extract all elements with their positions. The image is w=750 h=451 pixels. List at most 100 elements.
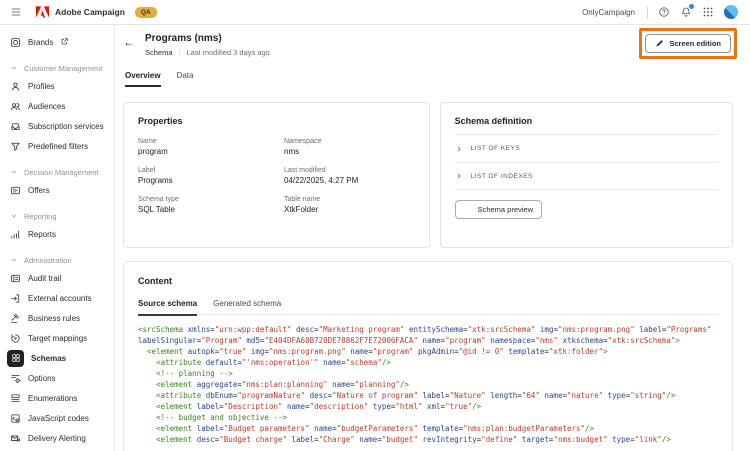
audit-card-icon bbox=[10, 273, 21, 284]
chevron-down-icon bbox=[10, 256, 18, 264]
screen-edition-button[interactable]: Screen edition bbox=[645, 34, 731, 53]
user-avatar[interactable] bbox=[724, 5, 738, 19]
accordion-list-of-keys[interactable]: LIST OF KEYS bbox=[454, 134, 718, 162]
property-value: Programs bbox=[138, 176, 173, 185]
property-value: XtkFolder bbox=[284, 205, 319, 214]
property-namespace: Namespace nms bbox=[284, 138, 415, 156]
environment-badge: QA bbox=[134, 6, 157, 18]
divider bbox=[647, 5, 648, 19]
sidebar-item-reports[interactable]: Reports bbox=[0, 224, 114, 244]
sidebar-item-label: External accounts bbox=[28, 293, 92, 303]
sidebar-section-customer-management[interactable]: Customer Management bbox=[0, 60, 114, 76]
chevron-down-icon bbox=[10, 212, 18, 220]
last-modified-text: Last modified 3 days ago bbox=[186, 48, 270, 57]
schema-preview-button[interactable]: Schema preview bbox=[454, 200, 543, 219]
property-label: Label Programs bbox=[138, 167, 284, 185]
app-switcher-grid-icon[interactable] bbox=[702, 6, 714, 18]
entity-type-label: Schema bbox=[145, 48, 173, 57]
hamburger-menu-icon[interactable] bbox=[10, 6, 22, 18]
sidebar-item-label: Predefined filters bbox=[28, 141, 89, 151]
property-label: Name bbox=[138, 138, 157, 145]
sidebar-item-label: Audiences bbox=[28, 101, 66, 111]
sidebar-section-administration[interactable]: Administration bbox=[0, 252, 114, 268]
sidebar-item-label: Brands bbox=[28, 37, 54, 47]
bar-chart-icon bbox=[10, 229, 21, 240]
source-code[interactable]: <srcSchema xmlns="urn:wpp:default" desc=… bbox=[138, 324, 718, 445]
sidebar-item-schemas[interactable]: Schemas bbox=[0, 348, 114, 368]
property-label: Label bbox=[138, 167, 156, 174]
sidebar-item-subscription-services[interactable]: Subscription services bbox=[0, 116, 114, 136]
help-icon[interactable] bbox=[658, 6, 670, 18]
property-label: Namespace bbox=[284, 138, 322, 145]
property-value: SQL Table bbox=[138, 205, 175, 214]
property-name: Name program bbox=[138, 138, 284, 156]
property-label: Last modified bbox=[284, 167, 326, 174]
main-content: ← Programs (nms) Schema | Last modified … bbox=[115, 25, 750, 451]
screen-edition-label: Screen edition bbox=[669, 39, 721, 48]
sidebar-item-label: Offers bbox=[28, 185, 50, 195]
property-value: nms bbox=[284, 147, 300, 156]
sidebar-item-label: Delivery Alerting bbox=[28, 433, 86, 443]
options-gear-icon bbox=[10, 373, 21, 384]
sidebar-item-delivery-alerting[interactable]: Delivery Alerting bbox=[0, 428, 114, 448]
property-table-name: Table name XtkFolder bbox=[284, 196, 415, 214]
brands-icon bbox=[10, 37, 21, 48]
accordion-list-of-indexes[interactable]: LIST OF INDEXES bbox=[454, 162, 718, 190]
sidebar-item-enumerations[interactable]: Enumerations bbox=[0, 388, 114, 408]
tab-overview[interactable]: Overview bbox=[125, 71, 161, 87]
open-in-new-icon[interactable] bbox=[60, 37, 69, 48]
tab-data[interactable]: Data bbox=[177, 71, 194, 87]
page-tab-bar: Overview Data bbox=[125, 71, 733, 87]
sidebar-item-external-accounts[interactable]: External accounts bbox=[0, 288, 114, 308]
tab-generated-schema[interactable]: Generated schema bbox=[213, 299, 281, 314]
section-label: Decision Management bbox=[24, 167, 99, 177]
chevron-down-icon bbox=[10, 64, 18, 72]
accordion-label: LIST OF KEYS bbox=[470, 145, 521, 152]
sidebar-item-label: Audit trail bbox=[28, 273, 62, 283]
content-tab-bar: Source schema Generated schema bbox=[138, 299, 718, 315]
sidebar-section-reporting[interactable]: Reporting bbox=[0, 208, 114, 224]
notification-dot bbox=[689, 4, 694, 9]
chevron-right-icon bbox=[455, 172, 463, 180]
sidebar-item-profiles[interactable]: Profiles bbox=[0, 76, 114, 96]
page-subtitle: Schema | Last modified 3 days ago bbox=[145, 48, 270, 57]
top-bar: Adobe Campaign QA OnlyCampaign bbox=[0, 0, 750, 25]
sidebar-item-target-mappings[interactable]: Target mappings bbox=[0, 328, 114, 348]
property-value: program bbox=[138, 147, 168, 156]
sidebar-item-javascript-codes[interactable]: JavaScript codes bbox=[0, 408, 114, 428]
code-gear-icon bbox=[10, 413, 21, 424]
sidebar-item-label: Reports bbox=[28, 229, 57, 239]
divider: | bbox=[178, 48, 181, 57]
sidebar-item-label: Business rules bbox=[28, 313, 81, 323]
sidebar-item-label: Profiles bbox=[28, 81, 55, 91]
app-title: Adobe Campaign bbox=[55, 7, 125, 17]
sidebar-item-offers[interactable]: Offers bbox=[0, 180, 114, 200]
back-arrow-icon[interactable]: ← bbox=[123, 36, 135, 57]
accordion-label: LIST OF INDEXES bbox=[470, 172, 533, 180]
section-label: Reporting bbox=[24, 211, 57, 221]
sidebar-section-decision-management[interactable]: Decision Management bbox=[0, 164, 114, 180]
pencil-icon bbox=[655, 39, 664, 48]
org-name[interactable]: OnlyCampaign bbox=[582, 8, 635, 17]
mail-alert-icon bbox=[10, 433, 21, 444]
person-icon bbox=[10, 81, 21, 92]
inbox-icon bbox=[10, 121, 21, 132]
page-title: Programs (nms) bbox=[145, 33, 222, 44]
sidebar-item-options[interactable]: Options bbox=[0, 368, 114, 388]
notifications-bell-icon[interactable] bbox=[680, 4, 694, 18]
adobe-logo-icon bbox=[36, 6, 49, 18]
sidebar-item-predefined-filters[interactable]: Predefined filters bbox=[0, 136, 114, 156]
sidebar-item-brands[interactable]: Brands bbox=[0, 32, 114, 52]
content-title: Content bbox=[138, 276, 172, 286]
offer-card-icon bbox=[10, 185, 21, 196]
schema-grid-icon bbox=[7, 349, 24, 367]
sidebar-item-audit-trail[interactable]: Audit trail bbox=[0, 268, 114, 288]
property-last-modified: Last modified 04/22/2025, 4:27 PM bbox=[284, 167, 415, 185]
annotation-highlight-box: Screen edition bbox=[639, 28, 737, 59]
external-account-icon bbox=[10, 293, 21, 304]
tab-source-schema[interactable]: Source schema bbox=[138, 299, 197, 314]
sidebar-item-audiences[interactable]: Audiences bbox=[0, 96, 114, 116]
sidebar-item-label: JavaScript codes bbox=[28, 413, 89, 423]
sidebar-item-business-rules[interactable]: Business rules bbox=[0, 308, 114, 328]
property-label: Schema type bbox=[138, 196, 179, 203]
